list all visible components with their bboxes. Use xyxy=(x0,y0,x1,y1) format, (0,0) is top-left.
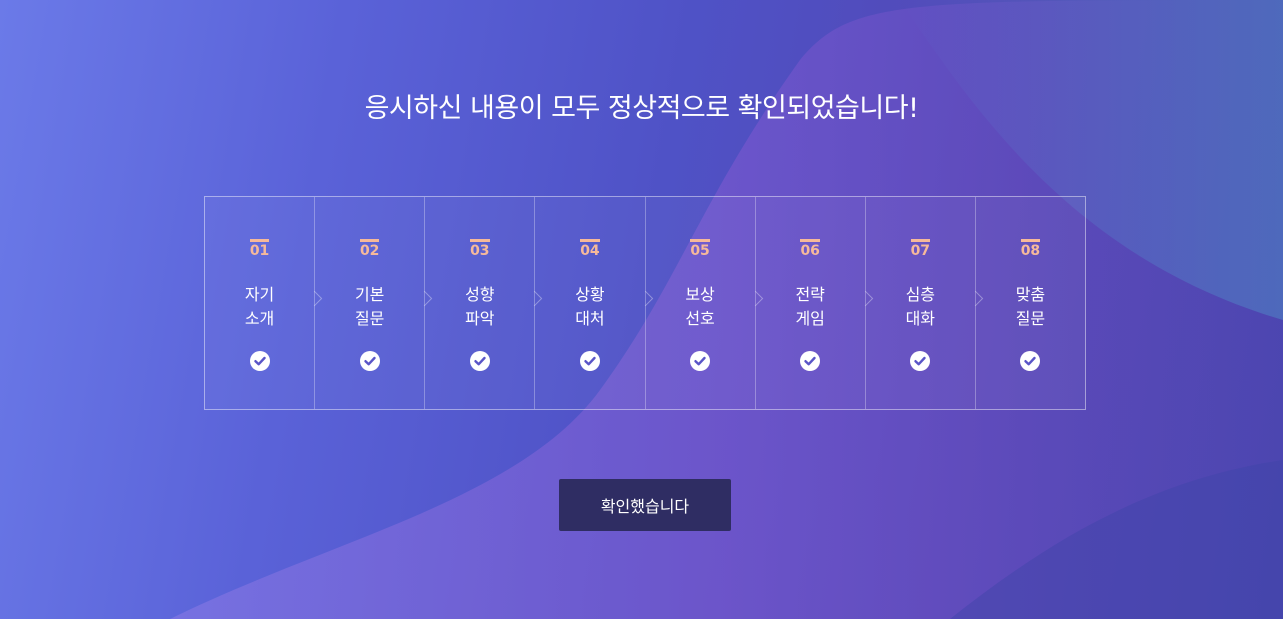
step-number: 01 xyxy=(205,239,314,259)
step-item: 01 자기 소개 xyxy=(205,197,323,409)
completion-page: 응시하신 내용이 모두 정상적으로 확인되었습니다! 01 자기 소개 02 기… xyxy=(0,0,1283,619)
step-label: 기본 질문 xyxy=(354,285,385,328)
check-circle-icon xyxy=(690,351,711,371)
confirm-button[interactable]: 확인했습니다 xyxy=(559,479,731,531)
step-list: 01 자기 소개 02 기본 질문 03 성향 파악 04 상황 대처 05 보… xyxy=(204,196,1086,410)
step-number: 05 xyxy=(646,239,755,259)
step-item: 05 보상 선호 xyxy=(646,197,763,409)
step-label: 보상 선호 xyxy=(685,285,715,328)
check-circle-icon xyxy=(1020,351,1041,371)
step-label: 상황 대처 xyxy=(575,285,605,328)
step-number: 02 xyxy=(315,239,424,259)
page-title: 응시하신 내용이 모두 정상적으로 확인되었습니다! xyxy=(364,93,919,124)
step-label: 맞춤 질문 xyxy=(1015,285,1046,328)
check-circle-icon xyxy=(910,351,931,371)
step-number: 08 xyxy=(976,239,1085,259)
step-number: 06 xyxy=(756,239,865,259)
check-circle-icon xyxy=(469,351,490,371)
step-label: 전략 게임 xyxy=(795,285,825,328)
step-item: 03 성향 파악 xyxy=(425,197,543,409)
step-label: 자기 소개 xyxy=(244,285,275,328)
step-label: 심층 대화 xyxy=(905,285,936,328)
step-label: 성향 파악 xyxy=(465,285,495,328)
step-item: 06 전략 게임 xyxy=(756,197,874,409)
step-item: 02 기본 질문 xyxy=(315,197,433,409)
step-number: 03 xyxy=(425,239,534,259)
step-number: 07 xyxy=(866,239,975,259)
step-item: 07 심층 대화 xyxy=(866,197,984,409)
check-circle-icon xyxy=(800,351,821,371)
step-number: 04 xyxy=(535,239,644,259)
check-circle-icon xyxy=(579,351,600,371)
step-item: 08 맞춤 질문 xyxy=(976,197,1085,409)
step-item: 04 상황 대처 xyxy=(535,197,653,409)
check-circle-icon xyxy=(359,351,380,371)
check-circle-icon xyxy=(249,351,270,371)
